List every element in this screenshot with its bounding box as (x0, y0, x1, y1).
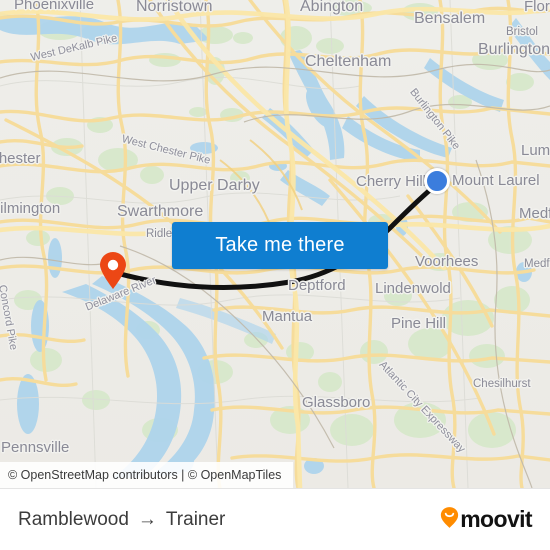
moovit-wordmark: moovit (460, 506, 532, 532)
origin-marker[interactable] (424, 168, 450, 194)
moovit-pin-icon (440, 506, 459, 534)
destination-marker[interactable] (98, 252, 128, 290)
trip-origin: Ramblewood (18, 508, 129, 530)
arrow-right-icon: → (137, 508, 157, 530)
trip-summary: Ramblewood → Trainer (18, 509, 225, 531)
trip-destination: Trainer (165, 508, 226, 530)
map-attribution[interactable]: © OpenStreetMap contributors | © OpenMap… (0, 462, 293, 488)
moovit-logo[interactable]: moovit (440, 506, 533, 534)
take-me-there-button[interactable]: Take me there (172, 222, 388, 269)
map-view[interactable]: Phoenixville Norristown Abington Bensalem Fl… (0, 0, 550, 488)
moovit-map-screen: Phoenixville Norristown Abington Bensalem Fl… (0, 0, 550, 550)
attribution-text: © OpenStreetMap contributors | © OpenMap… (8, 468, 282, 482)
footer-bar: Ramblewood → Trainer moovit (0, 488, 550, 550)
